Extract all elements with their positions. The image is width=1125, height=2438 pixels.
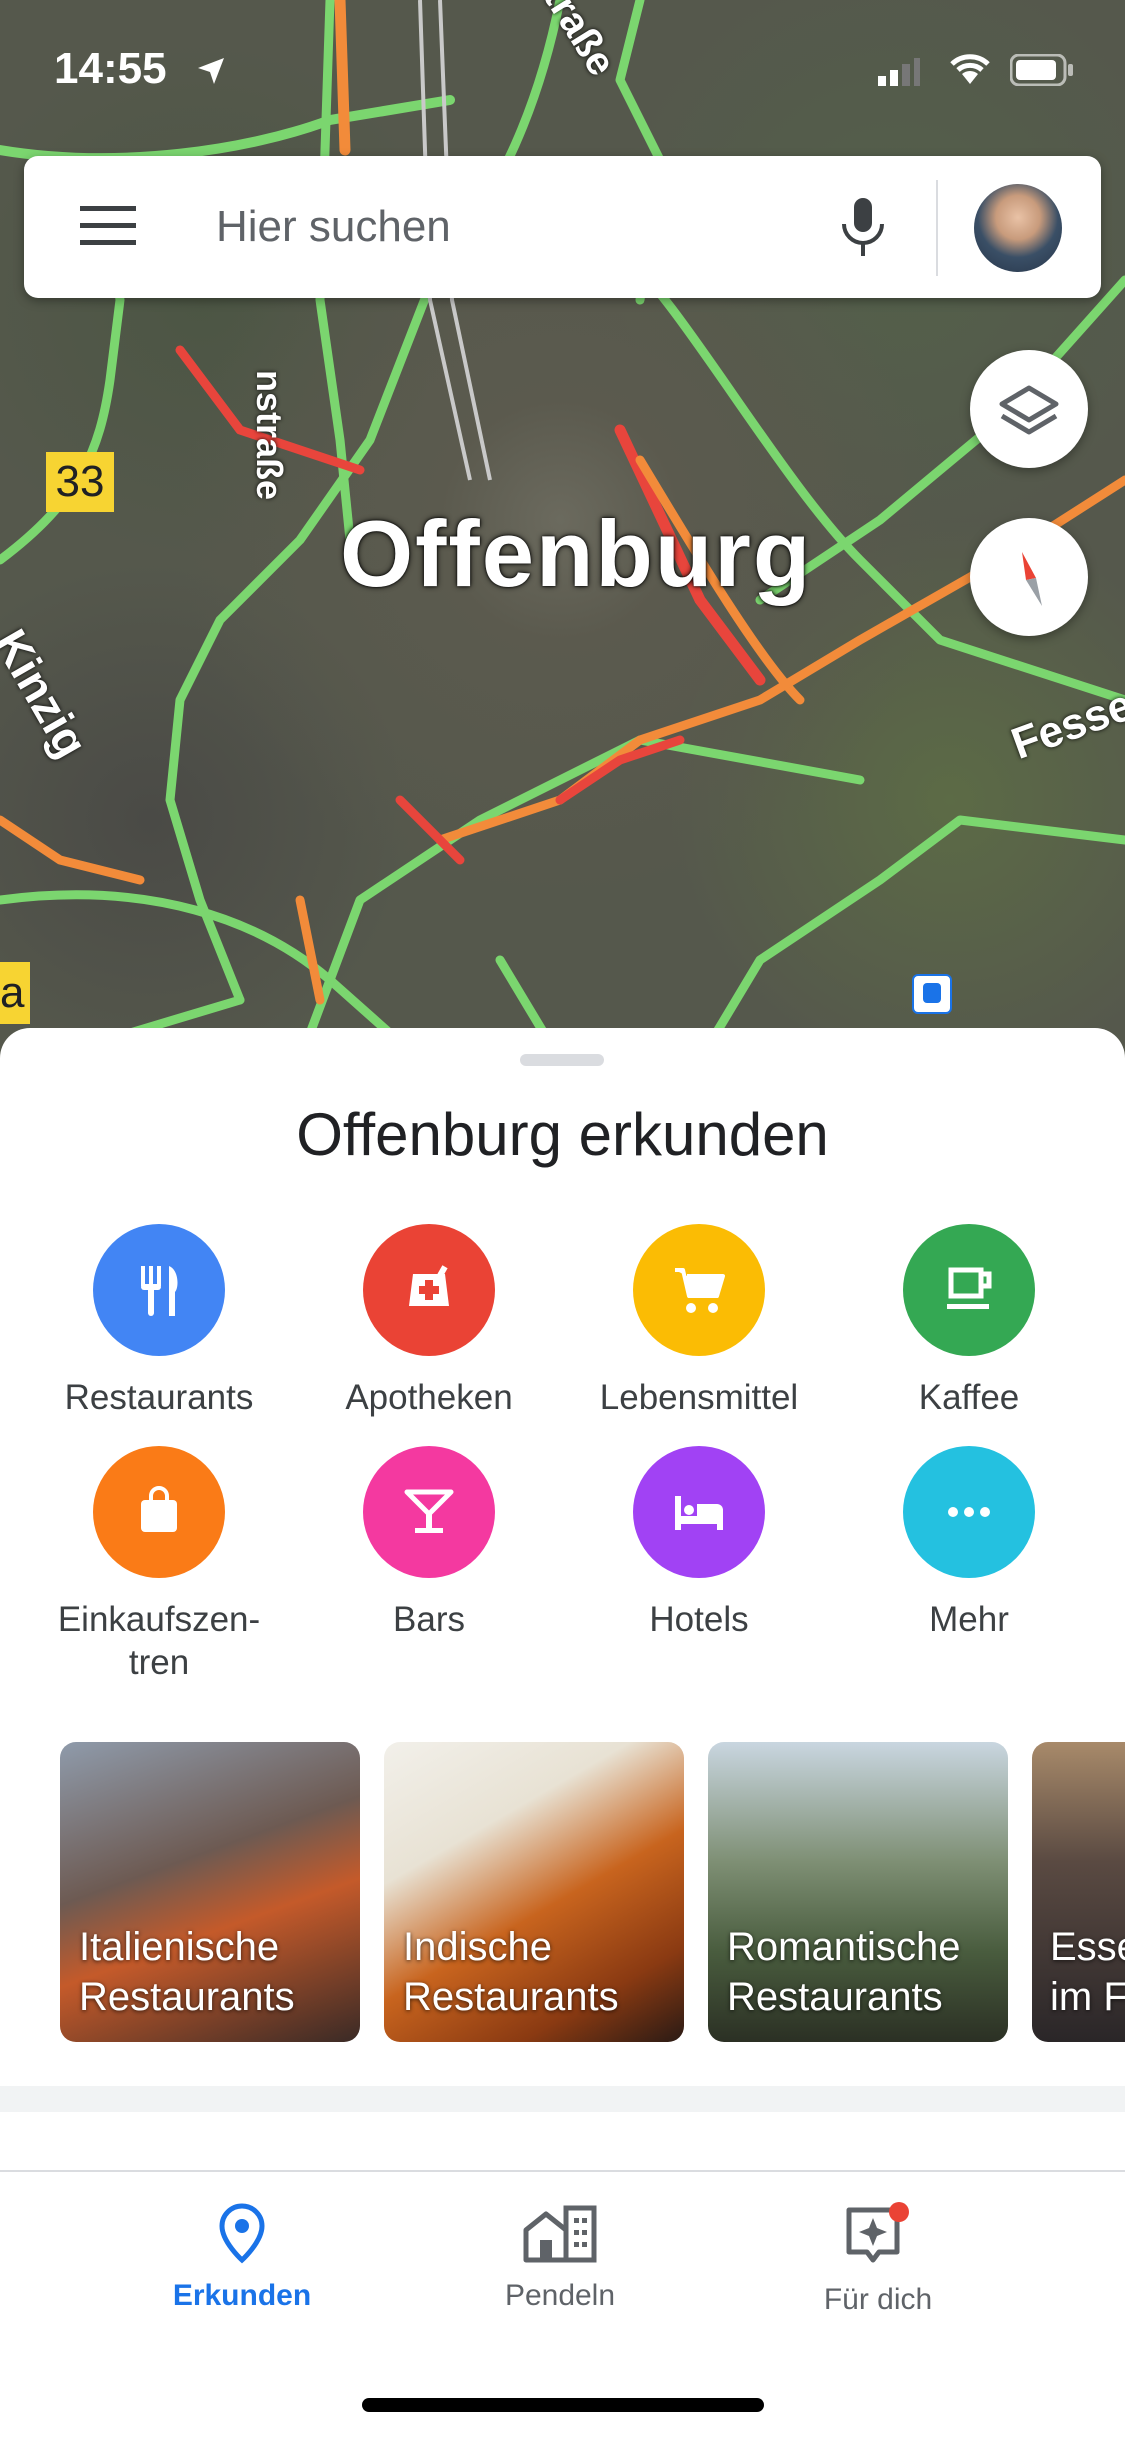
menu-icon[interactable] — [80, 206, 136, 251]
cellular-signal-icon — [876, 58, 920, 91]
pharmacy-icon — [363, 1224, 495, 1356]
card-label: Esse im F — [1050, 1925, 1125, 2019]
avatar[interactable] — [974, 184, 1062, 272]
route-shield-partial: a — [0, 962, 30, 1024]
fork-knife-icon — [93, 1224, 225, 1356]
for-you-icon — [846, 2202, 909, 2263]
layers-icon — [999, 385, 1059, 435]
bed-icon — [633, 1446, 765, 1578]
category-groceries[interactable]: Lebensmittel — [564, 1224, 834, 1419]
route-shield: 33 — [46, 452, 114, 512]
shopping-bag-icon — [93, 1446, 225, 1578]
section-divider — [0, 2086, 1125, 2112]
battery-icon — [1009, 53, 1074, 91]
nav-explore[interactable]: Erkunden — [82, 2202, 402, 2313]
microphone-icon[interactable] — [840, 198, 886, 263]
sheet-handle[interactable] — [520, 1054, 604, 1066]
nav-for-you[interactable]: Für dich — [718, 2202, 1038, 2317]
category-more[interactable]: Mehr — [834, 1446, 1104, 1641]
commute-icon — [523, 2205, 597, 2263]
home-indicator[interactable] — [362, 2398, 764, 2412]
sheet-title: Offenburg erkunden — [296, 1101, 829, 1168]
category-restaurants[interactable]: Restaurants — [24, 1224, 294, 1419]
card-label: Romantische Restaurants — [727, 1925, 961, 2019]
category-label: Kaffee — [918, 1378, 1020, 1417]
street-label-vertical: nstraße — [249, 370, 290, 501]
nav-commute[interactable]: Pendeln — [400, 2202, 720, 2313]
category-label: Bars — [393, 1600, 465, 1639]
category-label: Mehr — [929, 1600, 1009, 1639]
card-romantic-restaurants[interactable]: Romantische Restaurants — [708, 1742, 1008, 2042]
category-hotels[interactable]: Hotels — [564, 1446, 834, 1641]
cocktail-icon — [363, 1446, 495, 1578]
location-arrow-icon — [196, 56, 226, 91]
category-bars[interactable]: Bars — [294, 1446, 564, 1641]
train-station-icon[interactable] — [912, 974, 952, 1014]
search-divider — [936, 180, 938, 276]
city-label: Offenburg — [340, 501, 813, 606]
card-italian-restaurants[interactable]: Italienische Restaurants — [60, 1742, 360, 2042]
category-label: Restaurants — [64, 1378, 254, 1417]
category-pharmacies[interactable]: Apotheken — [294, 1224, 564, 1419]
nav-label: Erkunden — [172, 2279, 312, 2312]
search-input[interactable]: Hier suchen — [216, 202, 451, 252]
category-shopping-centers[interactable]: Einkaufszen- tren — [24, 1446, 294, 1684]
category-label: Hotels — [649, 1600, 749, 1639]
card-label: Indische Restaurants — [403, 1925, 619, 2019]
nav-label: Für dich — [823, 2283, 933, 2316]
location-pin-icon — [219, 2203, 265, 2264]
more-icon — [903, 1446, 1035, 1578]
coffee-icon — [903, 1224, 1035, 1356]
search-bar[interactable]: Hier suchen — [24, 156, 1101, 298]
category-label: Lebensmittel — [599, 1378, 799, 1417]
category-coffee[interactable]: Kaffee — [834, 1224, 1104, 1419]
status-time: 14:55 — [54, 44, 167, 93]
wifi-icon — [948, 52, 992, 91]
layers-button[interactable] — [970, 350, 1088, 468]
compass-icon — [1022, 552, 1042, 606]
card-label: Italienische Restaurants — [79, 1925, 295, 2019]
category-label: Einkaufszen- tren — [57, 1600, 261, 1682]
category-label: Apotheken — [345, 1378, 513, 1417]
nav-label: Pendeln — [504, 2279, 616, 2312]
cart-icon — [633, 1224, 765, 1356]
card-eat-partial[interactable]: Esse im F — [1032, 1742, 1125, 2042]
compass-button[interactable] — [970, 518, 1088, 636]
card-indian-restaurants[interactable]: Indische Restaurants — [384, 1742, 684, 2042]
